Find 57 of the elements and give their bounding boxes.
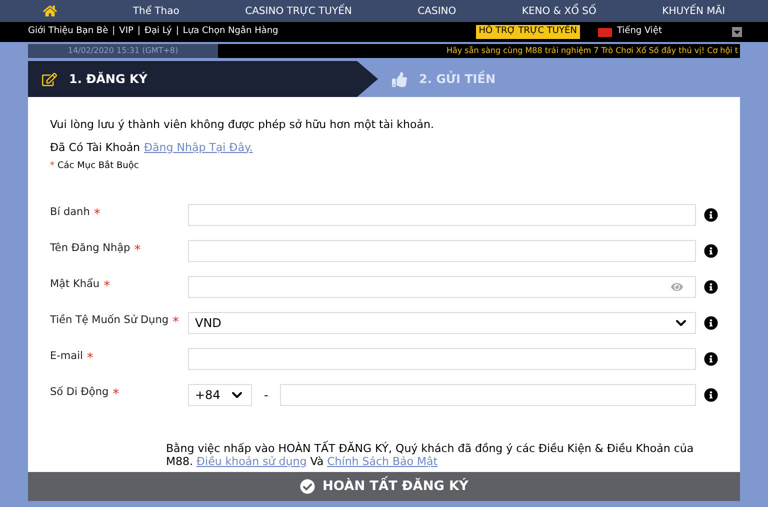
required-mark: * (50, 160, 54, 173)
sub-nav-link[interactable]: Lựa Chọn Ngân Hàng (182, 25, 278, 39)
field-label: Tiền Tệ Muốn Sử Dụng (50, 312, 169, 328)
login-prompt: Đã Có Tài Khoản (50, 140, 140, 156)
edit-icon (42, 72, 57, 86)
nav-link[interactable]: KENO & XỔ SỐ (522, 4, 596, 18)
required-mark: * (112, 386, 120, 404)
required-note: Các Mục Bắt Buộc (58, 160, 139, 173)
required-mark: * (172, 314, 180, 332)
currency-select[interactable]: VND (188, 312, 696, 334)
info-icon[interactable] (704, 352, 718, 366)
step-tab[interactable]: 1. ĐĂNG KÝ (28, 61, 378, 97)
privacy-link[interactable]: Chính Sách Bảo Mật (327, 454, 438, 468)
info-icon[interactable] (704, 244, 718, 258)
info-icon[interactable] (704, 316, 718, 330)
separator: | (176, 25, 179, 38)
field-label: E-mail (50, 348, 83, 364)
field-label: Tên Đăng Nhập (50, 240, 130, 256)
field-label: Số Di Động (50, 384, 109, 400)
password-field[interactable] (188, 276, 696, 298)
language-selector[interactable]: Tiếng Việt (616, 25, 662, 39)
input-field[interactable] (188, 348, 696, 370)
nav-link[interactable]: CASINO TRỰC TUYẾN (245, 4, 352, 18)
field-label: Mật Khẩu (50, 276, 100, 292)
input-field[interactable] (188, 240, 696, 262)
terms-link[interactable]: Điều khoản sử dụng (196, 454, 307, 468)
sub-nav-link[interactable]: Đại Lý (144, 25, 172, 39)
nav-link[interactable]: CASINO (418, 4, 456, 18)
separator: | (112, 25, 116, 38)
thumbs-up-icon (392, 72, 407, 86)
news-ticker: Hãy sẵn sàng cùng M88 trải nghiệm 7 Trò Chơi Xổ Số đầy thú vị! Cơ hội t (218, 44, 740, 58)
dash-separator: - (263, 386, 270, 404)
complete-registration-button[interactable]: HOÀN TẤT ĐĂNG KÝ (28, 472, 740, 501)
date-time: 14/02/2020 15:31 (GMT+8) (66, 45, 180, 57)
notice-text: Vui lòng lưu ý thành viên không được phép sở hữu hơn một tài khoản. (50, 117, 435, 133)
required-mark: * (94, 206, 100, 224)
required-mark: * (134, 242, 141, 260)
input-field[interactable] (188, 204, 696, 226)
separator: | (137, 25, 140, 38)
terms-text: Bằng việc nhấp vào HOÀN TẤT ĐĂNG KÝ, Quý khách đã đồng ý các Điều Kiện & Điều Khoản của M88. Điều khoản sử dụng Và Chính Sách Bảo Mật (166, 442, 695, 468)
caret-icon[interactable] (732, 27, 742, 37)
info-icon[interactable] (704, 388, 718, 402)
home-icon[interactable] (43, 4, 57, 18)
info-icon[interactable] (704, 280, 718, 294)
field-label: Bí danh (50, 204, 90, 220)
info-icon[interactable] (704, 208, 718, 222)
required-mark: * (104, 278, 110, 296)
flag-icon (598, 28, 612, 36)
sub-nav-link[interactable]: VIP (119, 25, 134, 39)
sub-nav-link[interactable]: Giới Thiệu Bạn Bè (28, 25, 108, 39)
check-icon (300, 479, 315, 494)
country-code-select[interactable]: +84 (188, 384, 252, 406)
login-link[interactable]: Đăng Nhập Tại Đây. (144, 140, 253, 156)
phone-input[interactable] (280, 384, 696, 406)
nav-link[interactable]: KHUYẾN MÃI (662, 4, 726, 18)
nav-link[interactable]: Thể Thao (132, 4, 180, 18)
required-mark: * (86, 350, 94, 368)
